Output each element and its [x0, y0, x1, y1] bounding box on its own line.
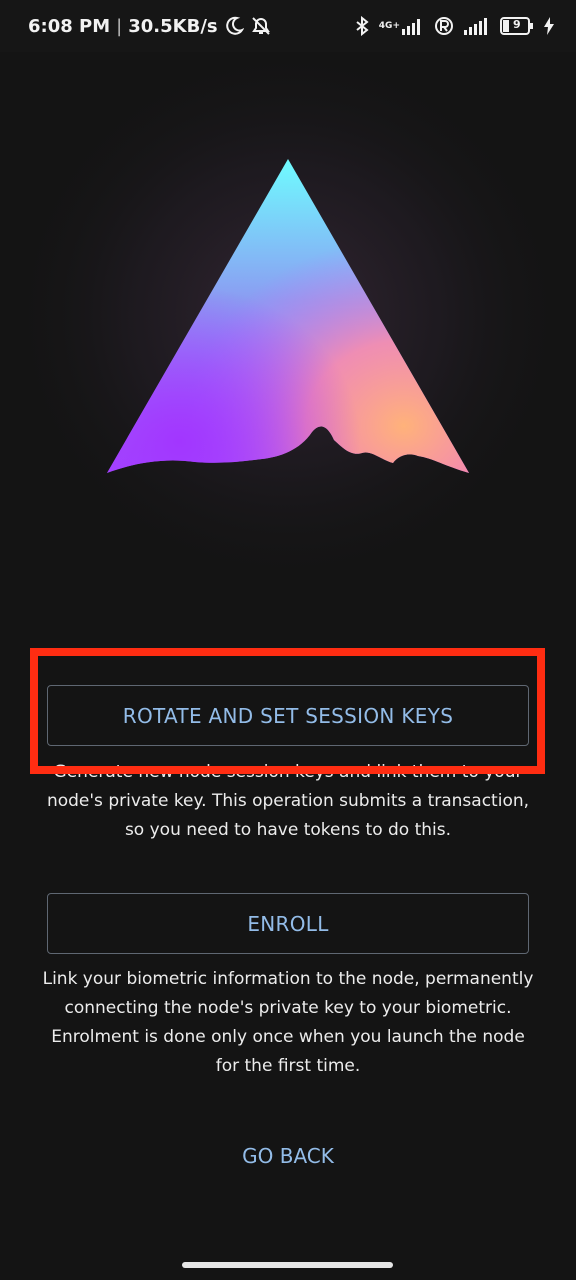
enroll-description: Link your biometric information to the n… [42, 969, 534, 1076]
triangle-mountain-logo [0, 52, 576, 612]
roaming-icon [434, 16, 454, 36]
rotate-session-keys-button[interactable]: ROTATE AND SET SESSION KEYS [47, 685, 529, 746]
signal-4g-icon: 4G+ [379, 17, 424, 35]
rotate-description: Generate new node session keys and link … [46, 762, 530, 840]
hero [0, 52, 576, 612]
status-time: 6:08 PM [28, 15, 111, 37]
charging-icon [544, 17, 554, 35]
battery-level: 9 [513, 18, 521, 31]
moon-icon [224, 16, 244, 36]
go-back-button[interactable]: GO BACK [188, 1136, 388, 1176]
status-bar: 6:08 PM | 30.5KB/s 4G+ 9 [0, 0, 576, 52]
status-right: 4G+ 9 [355, 16, 554, 36]
home-indicator[interactable] [182, 1262, 393, 1268]
signal-icon [464, 17, 490, 35]
status-separator: | [116, 15, 123, 37]
alarm-off-icon [250, 16, 272, 36]
go-back-label: GO BACK [242, 1144, 334, 1168]
enroll-label: ENROLL [247, 911, 329, 936]
bluetooth-icon [355, 16, 369, 36]
status-left: 6:08 PM | 30.5KB/s [28, 16, 272, 37]
battery-icon: 9 [500, 17, 534, 35]
enroll-button[interactable]: ENROLL [47, 893, 529, 954]
rotate-session-keys-label: ROTATE AND SET SESSION KEYS [122, 703, 454, 728]
network-speed: 30.5KB/s [128, 15, 218, 37]
network-type-label: 4G+ [378, 20, 400, 31]
